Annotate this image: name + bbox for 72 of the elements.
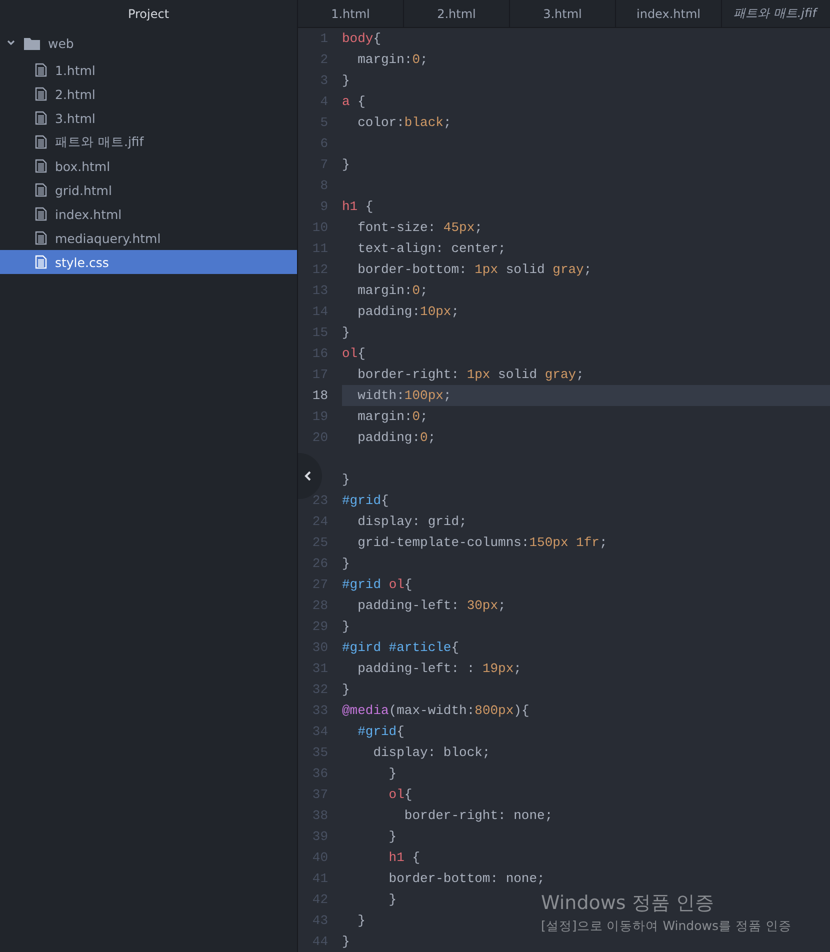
code-line: #grid ol{ bbox=[342, 577, 412, 592]
code-line: } bbox=[342, 682, 350, 697]
code-line: ol{ bbox=[388, 787, 412, 802]
file-item[interactable]: mediaquery.html bbox=[0, 226, 297, 250]
code-line: padding:0; bbox=[356, 430, 436, 445]
code-line: ol{ bbox=[342, 346, 366, 361]
code-line: display: grid; bbox=[356, 514, 467, 529]
file-tab[interactable]: 패트와 매트.jfif bbox=[722, 0, 828, 27]
code-line: color:black; bbox=[356, 115, 452, 130]
code-line: a { bbox=[342, 94, 366, 109]
activation-title: Windows 정품 인증 bbox=[541, 891, 715, 916]
code-line: border-right: 1px solid gray; bbox=[356, 367, 584, 382]
file-icon bbox=[35, 159, 47, 173]
file-item[interactable]: 패트와 매트.jfif bbox=[0, 130, 297, 154]
file-item[interactable]: 2.html bbox=[0, 82, 297, 106]
file-tab[interactable]: 2.html bbox=[404, 0, 510, 27]
file-item[interactable]: index.html bbox=[0, 202, 297, 226]
code-line: padding-left: : 19px; bbox=[356, 661, 522, 676]
folder-name[interactable]: web bbox=[48, 36, 74, 50]
file-icon bbox=[35, 87, 47, 101]
chevron-icon bbox=[304, 471, 312, 481]
file-item[interactable]: 1.html bbox=[0, 58, 297, 82]
file-item[interactable]: box.html bbox=[0, 154, 297, 178]
code-line: #grid{ bbox=[356, 724, 404, 739]
file-icon bbox=[35, 63, 47, 77]
code-line: body{ bbox=[342, 31, 382, 46]
line-number: 18 bbox=[311, 388, 328, 403]
file-icon bbox=[35, 135, 47, 149]
file-icon bbox=[35, 207, 47, 221]
code-line: } bbox=[388, 892, 397, 907]
code-line: #gird #article{ bbox=[342, 640, 460, 655]
file-tab[interactable]: 1.html bbox=[298, 0, 404, 27]
code-line: width:100px; bbox=[356, 388, 452, 403]
code-line: #grid{ bbox=[342, 493, 389, 508]
code-line: @media(max-width:800px){ bbox=[342, 703, 530, 718]
code-line: } bbox=[356, 913, 366, 928]
file-icon bbox=[35, 231, 47, 245]
code-line: h1 { bbox=[342, 199, 374, 214]
code-line: margin:0; bbox=[356, 409, 428, 424]
activation-text: [설정]으로 이동하여 Windows를 정품 인증 bbox=[541, 918, 792, 935]
code-line: } bbox=[342, 619, 350, 634]
code-line: } bbox=[388, 766, 397, 781]
code-line: margin:0; bbox=[356, 52, 428, 67]
file-item[interactable]: 3.html bbox=[0, 106, 297, 130]
code-line: border-bottom: none; bbox=[388, 871, 545, 886]
file-icon bbox=[35, 111, 47, 125]
code-line: } bbox=[342, 157, 350, 172]
code-line: } bbox=[388, 829, 397, 844]
file-icon bbox=[35, 183, 47, 197]
code-line: grid-template-columns:150px 1fr; bbox=[356, 535, 608, 550]
file-item[interactable]: grid.html bbox=[0, 178, 297, 202]
code-line: padding-left: 30px; bbox=[356, 598, 506, 613]
code-line: font-size: 45px; bbox=[356, 220, 482, 235]
code-line: } bbox=[342, 73, 350, 88]
code-line: } bbox=[342, 934, 350, 949]
code-line: } bbox=[342, 556, 350, 571]
code-line: display: block; bbox=[372, 745, 490, 760]
file-tab[interactable]: index.html bbox=[616, 0, 722, 27]
code-line: border-right: none; bbox=[403, 808, 553, 823]
panel-title: Project bbox=[128, 7, 170, 21]
code-line: padding:10px; bbox=[356, 304, 460, 319]
code-line: border-bottom: 1px solid gray; bbox=[356, 262, 592, 277]
folder-icon bbox=[24, 36, 40, 50]
code-line: } bbox=[342, 472, 350, 487]
chevron-icon[interactable] bbox=[6, 38, 16, 48]
file-icon bbox=[35, 255, 47, 269]
file-tab[interactable]: 3.html bbox=[510, 0, 616, 27]
code-line: h1 { bbox=[388, 850, 420, 865]
code-line: text-align: center; bbox=[356, 241, 506, 256]
code-line: } bbox=[342, 325, 350, 340]
file-item[interactable]: style.css bbox=[0, 250, 297, 274]
code-line: margin:0; bbox=[356, 283, 428, 298]
